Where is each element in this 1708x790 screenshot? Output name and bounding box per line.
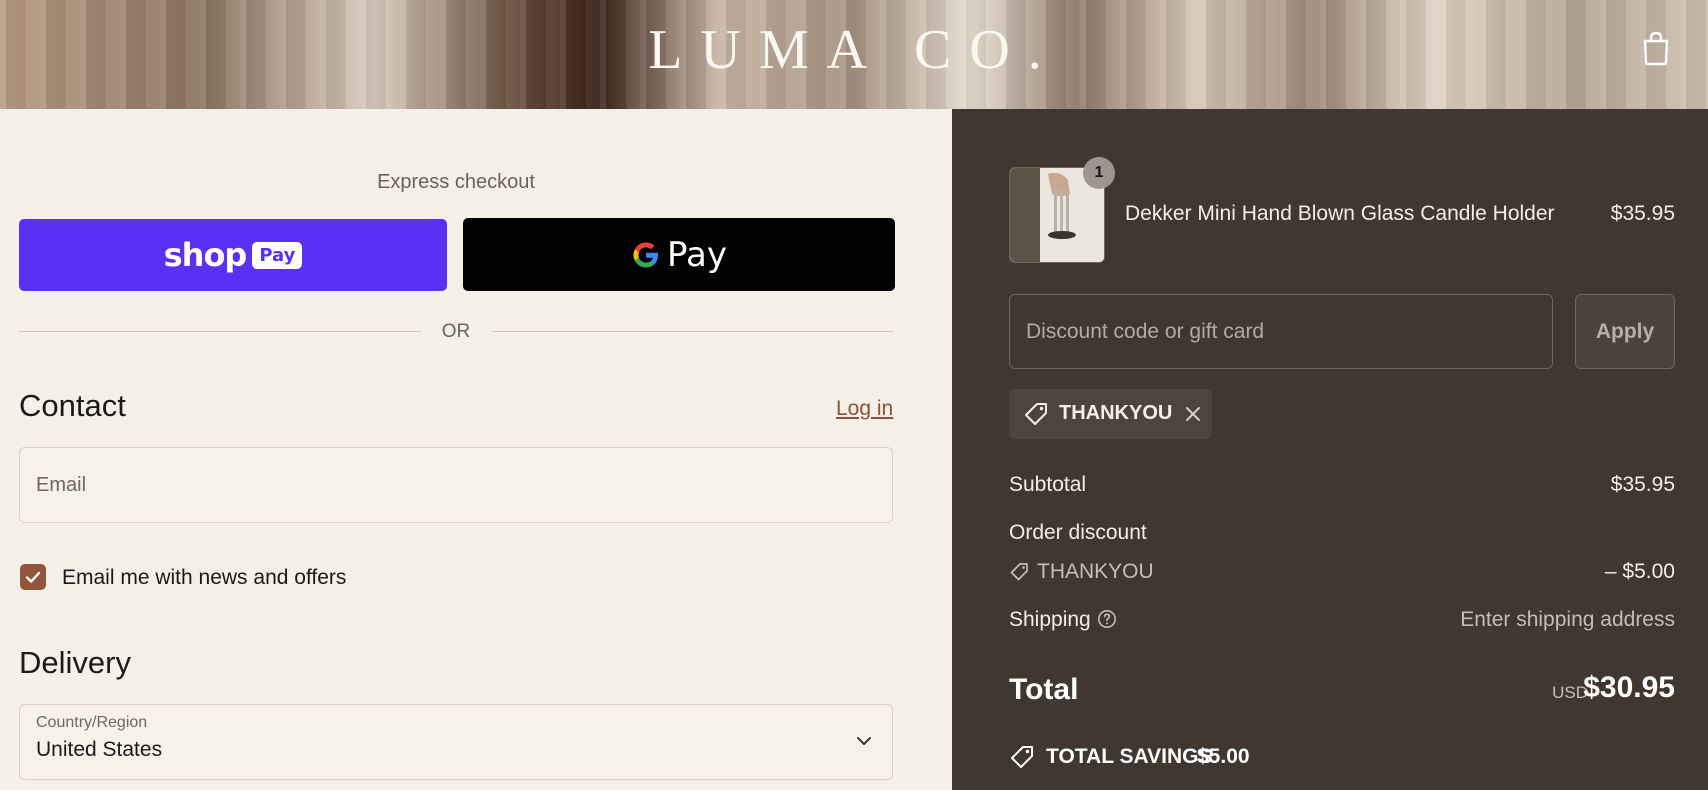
discount-value: – $5.00: [1604, 560, 1675, 583]
order-summary: 1 Dekker Mini Hand Blown Glass Candle Ho…: [952, 109, 1708, 790]
google-pay-button[interactable]: Pay: [463, 218, 895, 291]
discount-field-wrapper: [1009, 294, 1553, 369]
chevron-down-icon: [857, 737, 871, 745]
total-label: Total: [1009, 673, 1079, 706]
email-field[interactable]: [20, 448, 892, 522]
contact-heading: Contact: [19, 388, 126, 423]
express-checkout-title: Express checkout: [377, 171, 535, 193]
total-savings-value: $5.00: [1197, 745, 1250, 768]
or-separator: OR: [441, 321, 471, 342]
apply-button[interactable]: Apply: [1575, 294, 1675, 369]
country-label: Country/Region: [36, 714, 148, 731]
applied-discount-code: THANKYOU: [1059, 402, 1173, 424]
brand-logo[interactable]: LUMA CO.: [0, 18, 1708, 82]
checkout-form: Express checkout shop Pay Pay OR Contact…: [0, 109, 952, 790]
shop-pay-wordmark: shop: [163, 236, 248, 274]
email-field-wrapper: [19, 447, 893, 523]
product-name: Dekker Mini Hand Blown Glass Candle Hold…: [1125, 202, 1555, 225]
country-select[interactable]: Country/Region United States: [19, 704, 893, 780]
newsletter-label: Email me with news and offers: [62, 566, 347, 589]
close-icon[interactable]: [1184, 405, 1202, 423]
country-value: United States: [36, 738, 163, 761]
shipping-value: Enter shipping address: [1460, 608, 1675, 631]
total-savings-label: TOTAL SAVINGS: [1046, 745, 1213, 768]
tag-icon: [1010, 563, 1028, 581]
help-circle-icon[interactable]: [1097, 609, 1117, 629]
login-link[interactable]: Log in: [836, 397, 893, 421]
subtotal-label: Subtotal: [1009, 473, 1087, 496]
divider-left: [19, 331, 421, 332]
subtotal-value: $35.95: [1610, 473, 1675, 496]
google-pay-label: Pay: [667, 234, 727, 275]
discount-code-input[interactable]: [1010, 295, 1552, 368]
total-value: $30.95: [1583, 671, 1675, 704]
delivery-heading: Delivery: [19, 645, 131, 680]
applied-discount-chip: THANKYOU: [1009, 389, 1212, 439]
divider-right: [492, 331, 893, 332]
shop-pay-button[interactable]: shop Pay: [19, 219, 447, 291]
checkmark-icon: [25, 571, 41, 583]
shopping-bag-icon[interactable]: [1640, 30, 1672, 66]
shop-pay-badge: Pay: [252, 241, 303, 269]
tag-icon: [1025, 403, 1047, 425]
savings-tag-icon: [1011, 746, 1033, 768]
discount-code-label: THANKYOU: [1037, 560, 1154, 583]
order-discount-label: Order discount: [1009, 521, 1147, 544]
google-g-icon: [633, 242, 659, 267]
shipping-label: Shipping: [1009, 608, 1091, 631]
header-banner: LUMA CO.: [0, 0, 1708, 109]
product-price: $35.95: [1610, 202, 1675, 225]
newsletter-checkbox[interactable]: [20, 564, 46, 590]
quantity-badge: 1: [1083, 157, 1115, 189]
